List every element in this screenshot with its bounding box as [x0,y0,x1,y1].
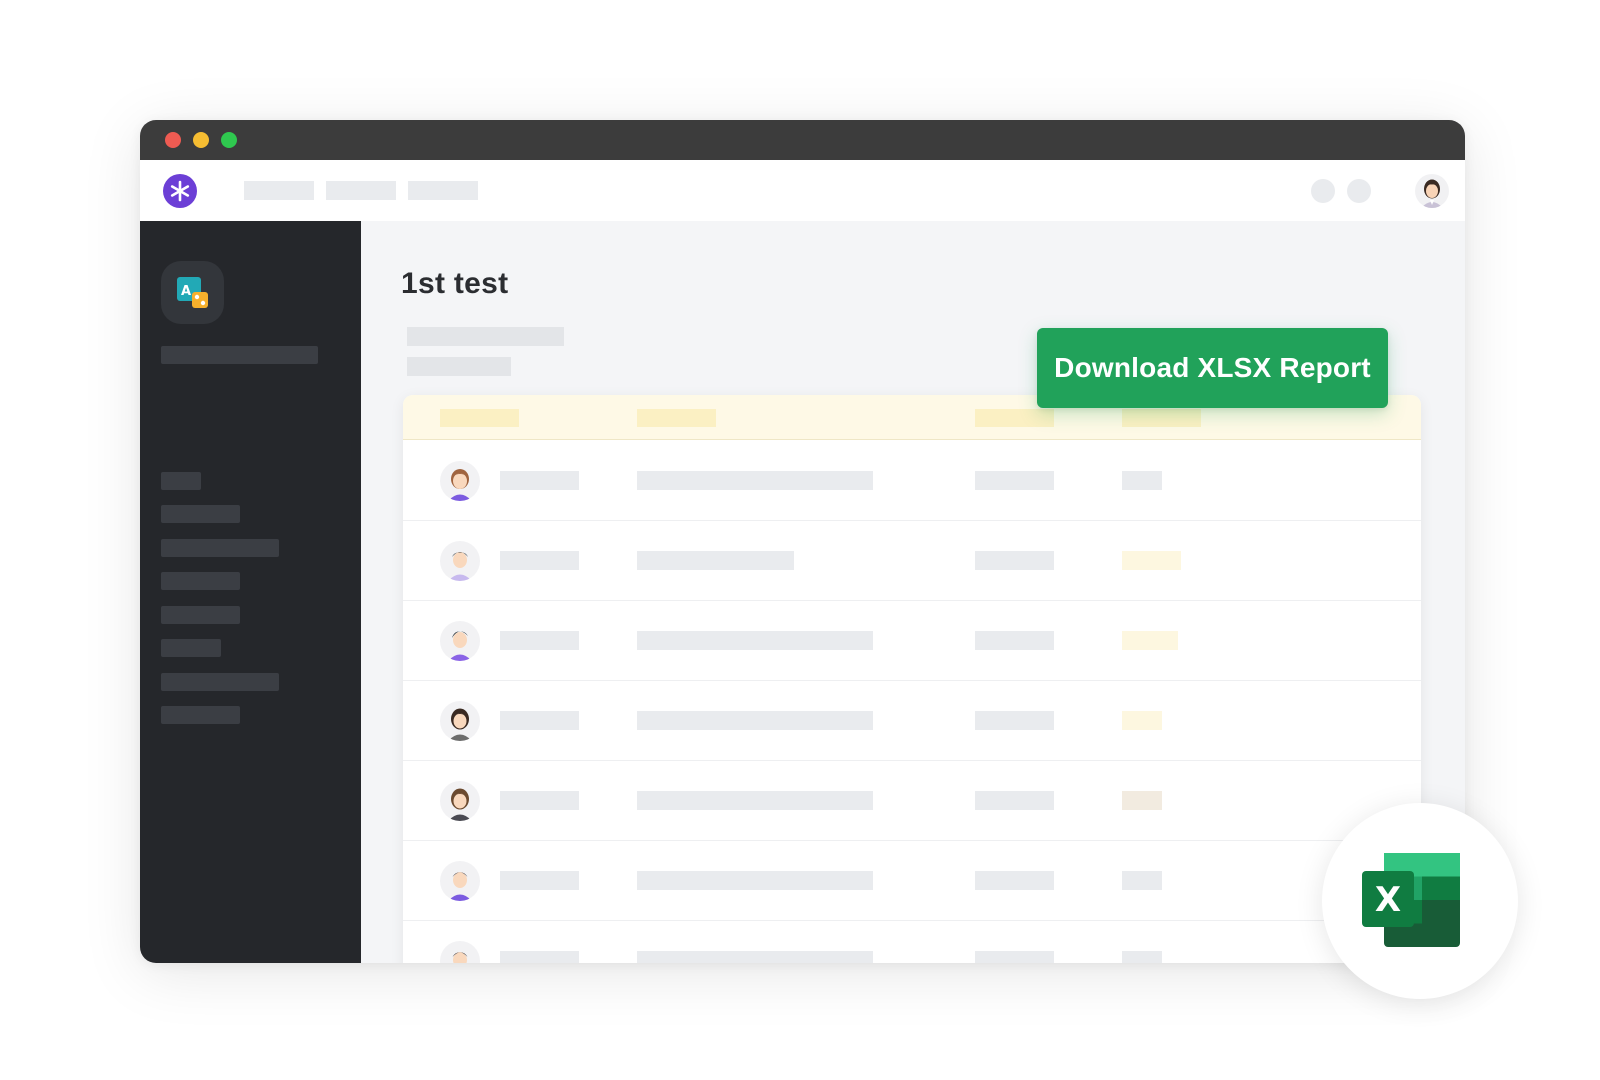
cell-date-placeholder [975,631,1054,650]
cell-date-placeholder [975,951,1054,963]
cell-name-placeholder [500,711,579,730]
cell-score-placeholder [1122,471,1162,490]
translate-app-icon[interactable]: A [161,261,224,324]
user-avatar-icon [440,701,480,741]
cell-email-placeholder [637,871,873,890]
page-title: 1st test [401,267,509,300]
cell-score-placeholder [1122,631,1178,650]
cell-score-placeholder [1122,791,1162,810]
sidebar-item-placeholder-3[interactable] [161,539,279,557]
nav-link-placeholder-3[interactable] [408,181,478,200]
excel-icon: X [1362,853,1460,947]
user-avatar-icon[interactable] [1415,174,1449,208]
svg-text:X: X [1375,880,1401,920]
window-titlebar [140,120,1465,160]
help-button[interactable] [1347,179,1371,203]
column-header-placeholder-2[interactable] [637,409,716,427]
user-avatar-icon [440,461,480,501]
cell-date-placeholder [975,471,1054,490]
cell-email-placeholder [637,631,873,650]
cell-score-placeholder [1122,711,1162,730]
column-header-placeholder-4[interactable] [1122,409,1201,427]
table-row[interactable] [403,920,1421,963]
sidebar-item-placeholder-7[interactable] [161,673,279,691]
subtitle-placeholder-1 [407,327,564,346]
results-table [403,395,1421,963]
column-header-placeholder-1[interactable] [440,409,519,427]
table-row[interactable] [403,680,1421,761]
cell-date-placeholder [975,711,1054,730]
nav-link-placeholder-2[interactable] [326,181,396,200]
cell-date-placeholder [975,551,1054,570]
minimize-window-button[interactable] [193,132,209,148]
table-row[interactable] [403,440,1421,521]
svg-text:A: A [181,284,191,299]
user-avatar-icon [440,941,480,963]
browser-window: A 1st test [140,120,1465,963]
table-row[interactable] [403,760,1421,841]
cell-name-placeholder [500,551,579,570]
sidebar-title-placeholder [161,346,318,364]
cell-score-placeholder [1122,551,1181,570]
download-xlsx-report-button[interactable]: Download XLSX Report [1037,328,1388,408]
cell-date-placeholder [975,871,1054,890]
cell-score-placeholder [1122,951,1162,963]
cell-email-placeholder [637,951,873,963]
cell-name-placeholder [500,631,579,650]
sidebar-item-placeholder-6[interactable] [161,639,221,657]
column-header-placeholder-3[interactable] [975,409,1054,427]
sidebar-item-placeholder-4[interactable] [161,572,240,590]
excel-badge: X [1322,803,1518,999]
maximize-window-button[interactable] [221,132,237,148]
subtitle-placeholder-2 [407,357,511,376]
cell-name-placeholder [500,471,579,490]
table-row[interactable] [403,840,1421,921]
sidebar-item-placeholder-8[interactable] [161,706,240,724]
sidebar-item-placeholder-2[interactable] [161,505,240,523]
cell-email-placeholder [637,551,794,570]
table-row[interactable] [403,520,1421,601]
cell-name-placeholder [500,871,579,890]
top-navigation [140,160,1465,221]
notification-button[interactable] [1311,179,1335,203]
sidebar: A [140,221,361,963]
cell-name-placeholder [500,951,579,963]
cell-name-placeholder [500,791,579,810]
user-avatar-icon [440,781,480,821]
cell-email-placeholder [637,711,873,730]
nav-link-placeholder-1[interactable] [244,181,314,200]
sidebar-item-placeholder-1[interactable] [161,472,201,490]
user-avatar-icon [440,861,480,901]
cell-score-placeholder [1122,871,1162,890]
cell-email-placeholder [637,791,873,810]
user-avatar-icon [440,541,480,581]
cell-date-placeholder [975,791,1054,810]
sidebar-item-placeholder-5[interactable] [161,606,240,624]
cell-email-placeholder [637,471,873,490]
close-window-button[interactable] [165,132,181,148]
table-row[interactable] [403,600,1421,681]
user-avatar-icon [440,621,480,661]
asterisk-logo-icon[interactable] [163,174,197,208]
